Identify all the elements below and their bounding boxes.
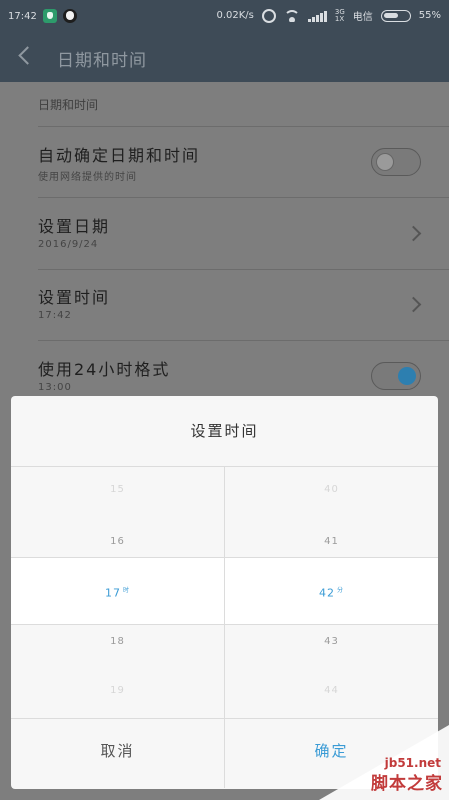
signal-icon (307, 10, 327, 22)
page-title: 日期和时间 (57, 51, 147, 71)
battery-icon (380, 9, 411, 22)
minute-picker[interactable]: 40 41 42 分 43 44 (225, 466, 438, 718)
hour-option[interactable]: 16 (11, 536, 224, 547)
qq-icon (62, 9, 77, 23)
use-24h-subtitle: 13:00 (38, 382, 72, 393)
app-header: 日期和时间 (0, 32, 449, 82)
use-24h-toggle[interactable] (371, 362, 421, 390)
dialog-title: 设置时间 (190, 422, 259, 440)
set-time-value: 17:42 (38, 310, 72, 321)
watermark-brand: 脚本之家 (371, 774, 443, 794)
minute-option[interactable]: 41 (225, 536, 438, 547)
auto-datetime-title: 自动确定日期和时间 (38, 146, 201, 165)
wifi-icon (283, 9, 300, 22)
shield-icon (42, 9, 57, 23)
minute-option[interactable]: 43 (225, 636, 438, 647)
minute-option[interactable]: 40 (225, 484, 438, 495)
carrier-name: 电信 (352, 12, 373, 23)
alarm-icon (261, 8, 276, 23)
set-date-title: 设置日期 (38, 217, 111, 236)
use-24h-title: 使用24小时格式 (38, 360, 171, 379)
hour-selected[interactable]: 17 时 (11, 585, 224, 600)
network-type: 3G 1X (334, 7, 345, 23)
set-date-value: 2016/9/24 (38, 239, 99, 250)
chevron-right-icon (405, 225, 422, 242)
status-time: 17:42 (8, 10, 37, 22)
hour-picker[interactable]: 15 16 17 时 18 19 (11, 466, 224, 718)
watermark: jb51.net 脚本之家 (299, 725, 449, 800)
section-title: 日期和时间 (38, 98, 99, 112)
status-bar: 17:42 0.02K/s 3G 1X 电信 55% (0, 0, 449, 32)
auto-datetime-toggle[interactable] (371, 148, 421, 176)
back-icon[interactable] (18, 46, 37, 65)
set-time-title: 设置时间 (38, 288, 111, 307)
battery-percent: 55% (418, 10, 441, 21)
network-speed: 0.02K/s (216, 10, 254, 21)
watermark-site: jb51.net (384, 756, 441, 770)
divider (38, 340, 449, 341)
hour-option[interactable]: 19 (11, 685, 224, 696)
divider (38, 197, 449, 198)
divider (38, 126, 449, 127)
auto-datetime-subtitle: 使用网络提供的时间 (38, 172, 137, 183)
chevron-right-icon (405, 296, 422, 313)
cancel-button[interactable]: 取消 (11, 719, 224, 789)
hour-option[interactable]: 15 (11, 484, 224, 495)
minute-option[interactable]: 44 (225, 685, 438, 696)
divider (38, 269, 449, 270)
minute-selected[interactable]: 42 分 (225, 585, 438, 600)
hour-option[interactable]: 18 (11, 636, 224, 647)
